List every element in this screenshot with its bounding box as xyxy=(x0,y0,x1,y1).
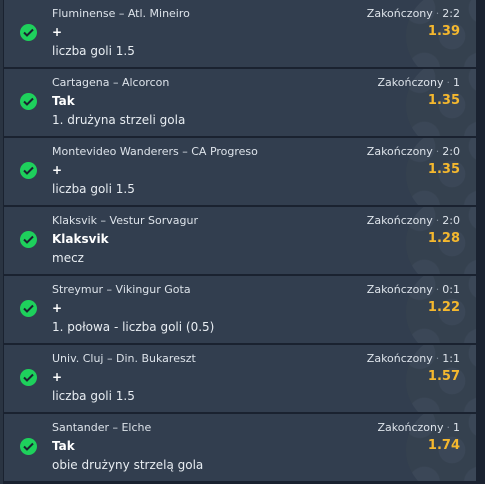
match-score: 0:1 xyxy=(442,283,460,296)
bet-pick: Tak xyxy=(52,439,75,453)
bet-row[interactable]: Klaksvik – Vestur Sorvagur Klaksvik mecz… xyxy=(4,207,476,274)
match-name: Montevideo Wanderers – CA Progreso xyxy=(52,145,258,158)
bet-list: Fluminense – Atl. Mineiro + liczba goli … xyxy=(0,0,485,484)
match-name: Klaksvik – Vestur Sorvagur xyxy=(52,214,198,227)
bet-odds: 1.35 xyxy=(427,162,460,177)
check-circle-icon xyxy=(20,300,37,317)
bet-pick: Tak xyxy=(52,94,75,108)
bet-market: 1. drużyna strzeli gola xyxy=(52,113,186,127)
check-circle-icon xyxy=(20,93,37,110)
bet-row[interactable]: Cartagena – Alcorcon Tak 1. drużyna strz… xyxy=(4,69,476,136)
bet-market: obie drużyny strzelą gola xyxy=(52,458,204,472)
match-score: 2:0 xyxy=(442,145,460,158)
status-label: Zakończony xyxy=(366,283,433,296)
bet-market: liczba goli 1.5 xyxy=(52,389,135,403)
separator-dot: · xyxy=(435,145,440,158)
separator-dot: · xyxy=(435,214,440,227)
bet-odds: 1.35 xyxy=(427,93,460,108)
match-status: Zakończony · 0:1 xyxy=(367,283,460,296)
separator-dot: · xyxy=(435,283,440,296)
bet-row[interactable]: Montevideo Wanderers – CA Progreso + lic… xyxy=(4,138,476,205)
left-edge xyxy=(0,0,3,484)
separator-dot: · xyxy=(446,421,451,434)
bet-row[interactable]: Santander – Elche Tak obie drużyny strze… xyxy=(4,414,476,481)
check-circle-icon xyxy=(20,162,37,179)
match-score: 2:2 xyxy=(442,7,460,20)
check-circle-icon xyxy=(20,369,37,386)
bet-odds: 1.39 xyxy=(427,24,460,39)
bet-market: liczba goli 1.5 xyxy=(52,44,135,58)
bet-odds: 1.28 xyxy=(427,231,460,246)
bet-pick: + xyxy=(52,370,63,384)
check-circle-icon xyxy=(20,438,37,455)
status-label: Zakończony xyxy=(366,214,433,227)
bet-odds: 1.74 xyxy=(427,438,460,453)
match-score: 1 xyxy=(453,76,460,89)
bet-row[interactable]: Fluminense – Atl. Mineiro + liczba goli … xyxy=(4,0,476,67)
status-label: Zakończony xyxy=(377,76,444,89)
bet-pick: Klaksvik xyxy=(52,232,109,246)
bet-odds: 1.57 xyxy=(427,369,460,384)
match-score: 1 xyxy=(453,421,460,434)
bet-market: 1. połowa - liczba goli (0.5) xyxy=(52,320,215,334)
status-label: Zakończony xyxy=(366,7,433,20)
match-status: Zakończony · 2:2 xyxy=(367,7,460,20)
check-circle-icon xyxy=(20,24,37,41)
bet-row[interactable]: Streymur – Vikingur Gota + 1. połowa - l… xyxy=(4,276,476,343)
match-status: Zakończony · 1 xyxy=(378,421,461,434)
match-status: Zakończony · 1:1 xyxy=(367,352,460,365)
status-label: Zakończony xyxy=(377,421,444,434)
bet-row[interactable]: Univ. Cluj – Din. Bukareszt + liczba gol… xyxy=(4,345,476,412)
bet-pick: + xyxy=(52,25,63,39)
match-name: Cartagena – Alcorcon xyxy=(52,76,170,89)
match-status: Zakończony · 2:0 xyxy=(367,214,460,227)
status-label: Zakończony xyxy=(366,145,433,158)
match-status: Zakończony · 2:0 xyxy=(367,145,460,158)
separator-dot: · xyxy=(435,7,440,20)
bet-odds: 1.22 xyxy=(427,300,460,315)
match-name: Univ. Cluj – Din. Bukareszt xyxy=(52,352,196,365)
match-score: 1:1 xyxy=(442,352,460,365)
match-name: Santander – Elche xyxy=(52,421,152,434)
match-score: 2:0 xyxy=(442,214,460,227)
match-name: Streymur – Vikingur Gota xyxy=(52,283,191,296)
check-circle-icon xyxy=(20,231,37,248)
bet-pick: + xyxy=(52,301,63,315)
separator-dot: · xyxy=(446,76,451,89)
separator-dot: · xyxy=(435,352,440,365)
match-status: Zakończony · 1 xyxy=(378,76,461,89)
match-name: Fluminense – Atl. Mineiro xyxy=(52,7,190,20)
bet-pick: + xyxy=(52,163,63,177)
bet-market: liczba goli 1.5 xyxy=(52,182,135,196)
bet-market: mecz xyxy=(52,251,84,265)
status-label: Zakończony xyxy=(366,352,433,365)
